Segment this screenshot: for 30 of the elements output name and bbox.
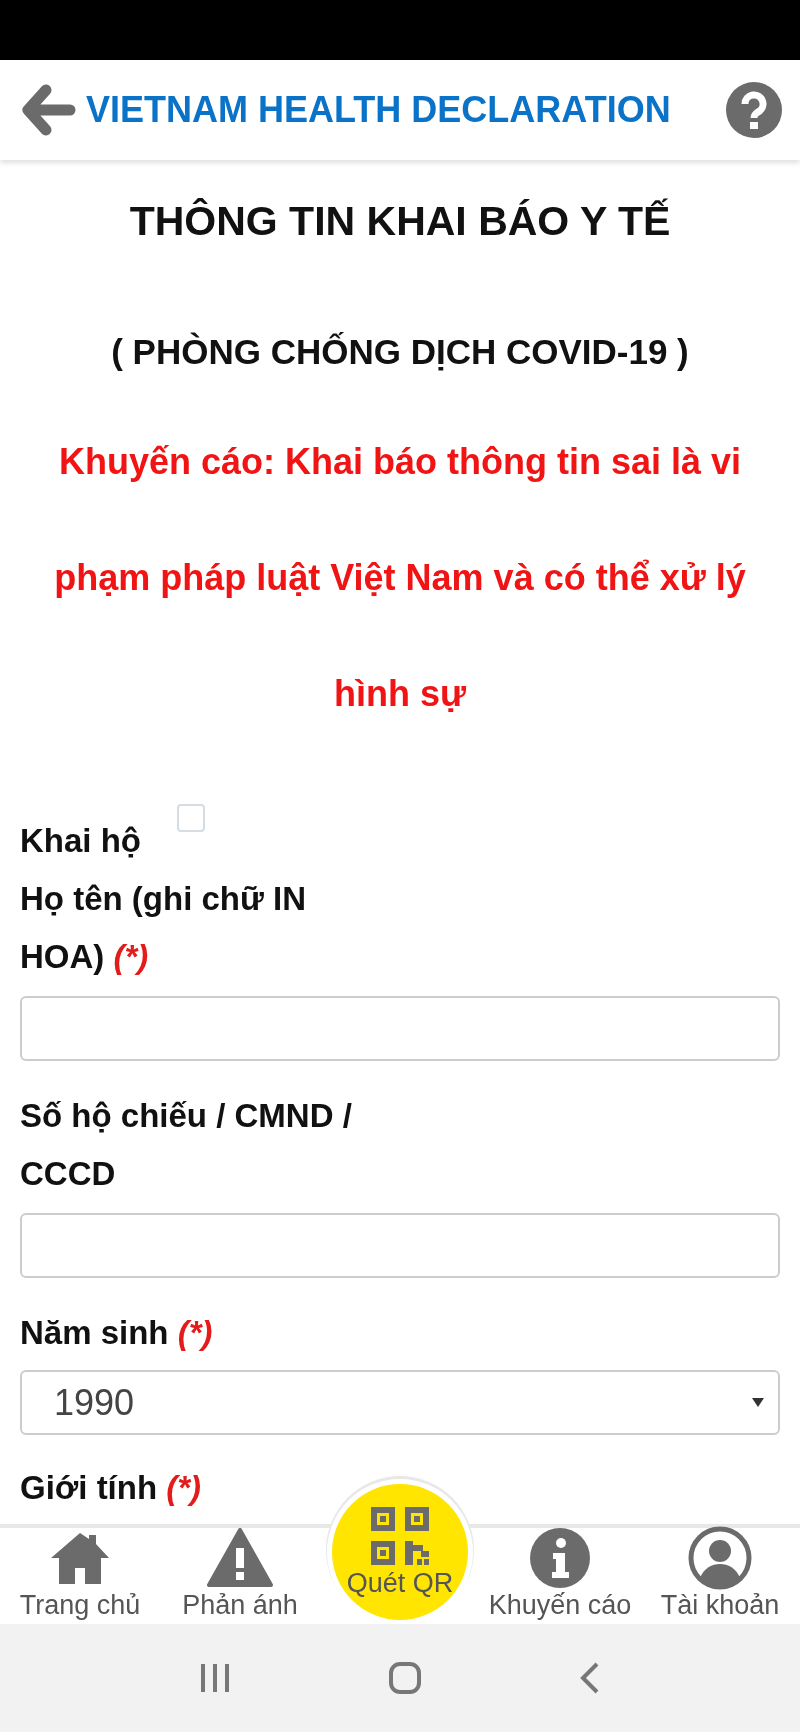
help-button[interactable] — [726, 82, 782, 138]
help-icon — [726, 82, 782, 138]
recent-apps-icon[interactable] — [199, 1664, 230, 1692]
nav-tab[interactable]: Phản ánh — [160, 1528, 320, 1624]
field-label: Giới tính (*) — [20, 1468, 203, 1508]
info-icon — [530, 1528, 590, 1588]
nav-tab[interactable]: Tài khoản — [640, 1528, 800, 1624]
form-title: THÔNG TIN KHAI BÁO Y TẾ — [128, 197, 672, 246]
dropdown-caret-icon — [752, 1398, 764, 1407]
year-dropdown[interactable]: 1990 — [20, 1370, 780, 1435]
back-button[interactable] — [20, 82, 76, 138]
form-subtitle: ( PHÒNG CHỐNG DỊCH COVID-19 ) — [110, 331, 690, 373]
field-label: Số hộ chiếu / CMND / CCCD — [20, 1096, 353, 1194]
back-arrow-icon — [20, 82, 76, 138]
user-icon — [688, 1526, 752, 1590]
house-icon — [49, 1530, 111, 1586]
home-button-icon[interactable] — [389, 1662, 421, 1694]
field-label: Khai hộ — [20, 821, 141, 861]
warning-icon — [207, 1528, 273, 1588]
nav-tab[interactable]: Trang chủ — [0, 1528, 160, 1624]
qr-code-icon — [371, 1507, 429, 1565]
field-label: Năm sinh (*) — [20, 1313, 214, 1353]
nav-tab[interactable]: Khuyến cáo — [480, 1528, 640, 1624]
input-field[interactable] — [20, 996, 780, 1061]
field-label: Họ tên (ghi chữ IN HOA) (*) — [20, 879, 308, 977]
input-field[interactable] — [20, 1213, 780, 1278]
warning-text: Khuyến cáo: Khai báo thông tin sai là vi phạm pháp luật Việt Nam và có thể xử lý hình sự — [53, 440, 747, 716]
app-title: VIETNAM HEALTH DECLARATION — [86, 89, 672, 131]
checkbox[interactable] — [177, 804, 205, 832]
back-icon[interactable] — [580, 1662, 601, 1694]
